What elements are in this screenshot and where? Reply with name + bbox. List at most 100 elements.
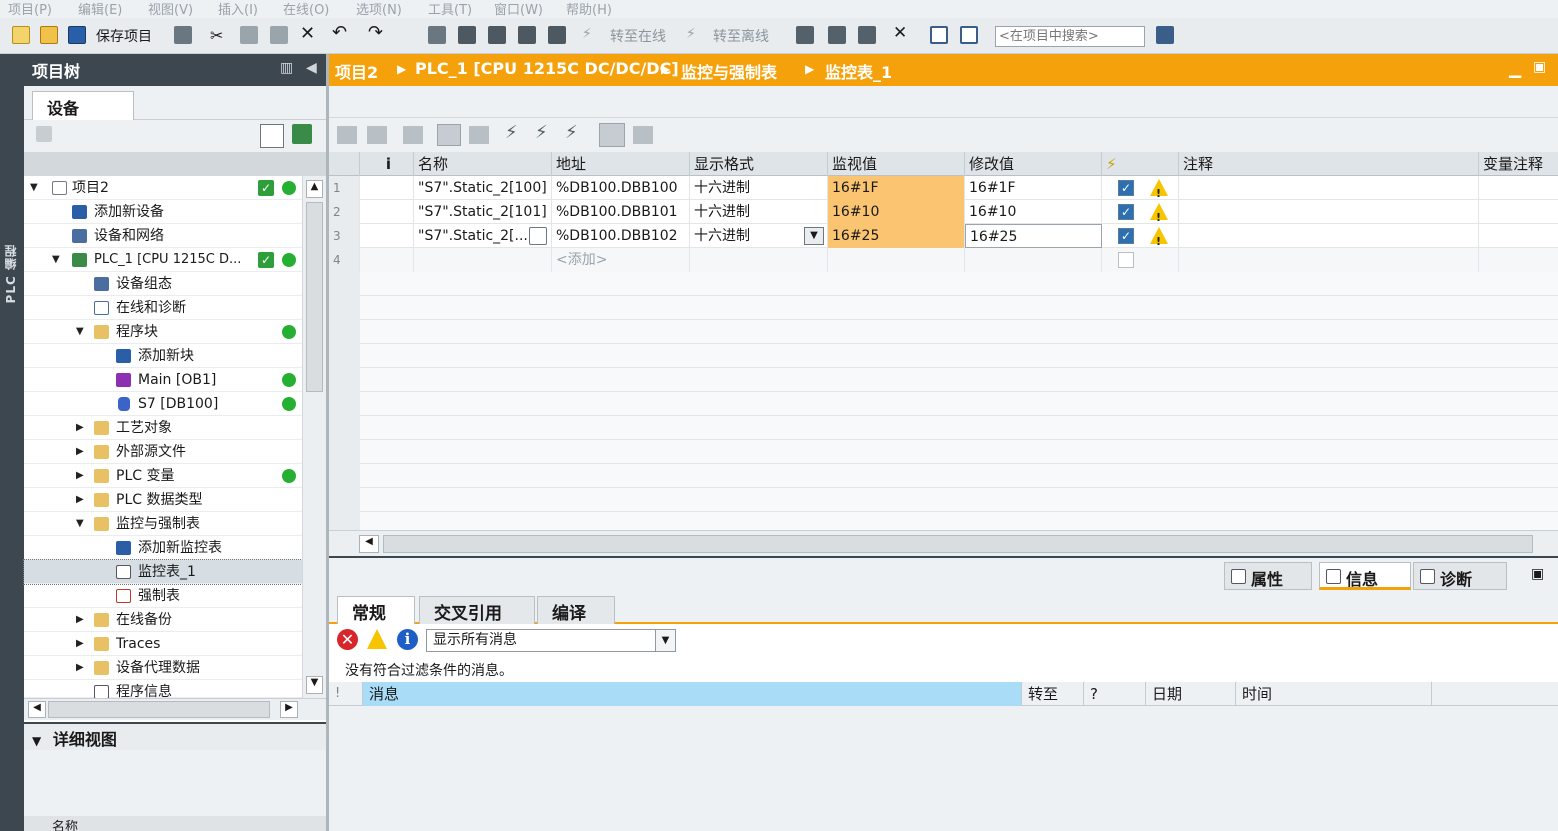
modify-checkbox[interactable]: ✓ [1118,204,1134,220]
expand-icon[interactable]: ▼ [52,248,60,272]
undo-icon[interactable]: ↶ [332,22,347,43]
comment-cell[interactable] [1179,200,1479,224]
tree-item-devices-networks[interactable]: 设备和网络 [24,224,302,248]
col-message[interactable]: 消息 [363,682,1022,706]
tab-diagnostics[interactable]: 诊断 [1413,562,1507,590]
tree-item-add-device[interactable]: 添加新设备 [24,200,302,224]
compile-icon[interactable] [428,26,446,44]
breadcrumb-item-plc[interactable]: PLC_1 [CPU 1215C DC/DC/DC] [415,59,679,78]
expand-icon[interactable]: ▶ [76,488,84,512]
delete-icon[interactable]: ✕ [300,23,315,44]
menu-tools[interactable]: 工具(T) [428,0,472,18]
modify-checkbox[interactable] [1118,252,1134,268]
detail-view-header[interactable]: ▼ 详细视图 [24,722,326,750]
tree-item-device-config[interactable]: 设备组态 [24,272,302,296]
stop-cpu-icon[interactable] [858,26,876,44]
open-project-icon[interactable] [40,26,58,44]
name-cell[interactable]: "S7".Static_2[100] [414,176,552,200]
error-filter-icon[interactable]: ✕ [337,629,358,650]
tree-item-technology-objects[interactable]: ▶ 工艺对象 [24,416,302,440]
tree-item-external-sources[interactable]: ▶ 外部源文件 [24,440,302,464]
split-horizontal-icon[interactable] [930,26,948,44]
scroll-thumb[interactable] [306,202,323,392]
scroll-left-icon[interactable]: ◀ [359,535,379,553]
col-help[interactable]: ? [1084,682,1146,706]
go-offline-icon[interactable]: ⚡ [686,26,696,42]
go-online-icon[interactable]: ⚡ [582,26,592,42]
paste-icon[interactable] [270,26,288,44]
menu-window[interactable]: 窗口(W) [494,0,543,18]
trigger-icon[interactable] [437,124,461,146]
name-cell[interactable] [414,248,552,272]
simulate-icon[interactable] [518,26,536,44]
tree-horizontal-scrollbar[interactable]: ◀ ▶ [24,698,326,720]
tree-item-online-backups[interactable]: ▶ 在线备份 [24,608,302,632]
menu-project[interactable]: 项目(P) [8,0,52,18]
add-row-icon[interactable] [367,126,387,144]
tree-item-plc-data-types[interactable]: ▶ PLC 数据类型 [24,488,302,512]
expand-icon[interactable]: ▶ [76,440,84,464]
new-project-icon[interactable] [12,26,30,44]
address-cell[interactable]: %DB100.DBB101 [552,200,690,224]
chevron-down-icon[interactable]: ▼ [32,734,41,748]
tab-info[interactable]: 信息 [1319,562,1411,590]
menu-options[interactable]: 选项(N) [356,0,402,18]
table-row[interactable]: 1 "S7".Static_2[100] %DB100.DBB100 十六进制 … [329,176,1558,200]
start-cpu-icon[interactable] [828,26,846,44]
tree-item-program-info[interactable]: 程序信息 [24,680,302,700]
tree-item-watch-force-tables[interactable]: ▼ 监控与强制表 [24,512,302,536]
chevron-down-icon[interactable]: ▼ [655,630,675,651]
comment-cell[interactable] [1179,176,1479,200]
tree-item-traces[interactable]: ▶ Traces [24,632,302,656]
tree-item-force-table[interactable]: 强制表 [24,584,302,608]
modify-value-cell[interactable] [965,248,1102,272]
tree-item-s7-db100[interactable]: S7 [DB100] [24,392,302,416]
col-display-format[interactable]: 显示格式 [690,152,828,176]
redo-icon[interactable]: ↷ [368,22,383,43]
address-cell[interactable]: %DB100.DBB102 [552,224,690,248]
minimize-icon[interactable]: ▁ [1509,59,1521,78]
breadcrumb-item-watch-table[interactable]: 监控表_1 [825,59,892,83]
col-time[interactable]: 时间 [1236,682,1432,706]
comment-cell[interactable] [1179,224,1479,248]
enable-outputs-icon[interactable] [469,126,489,144]
expand-icon[interactable]: ▶ [76,464,84,488]
modify-now-icon[interactable] [403,126,423,144]
modify-checkbox[interactable]: ✓ [1118,228,1134,244]
collapse-icon[interactable]: ◀ [306,60,317,76]
expand-icon[interactable]: ▼ [76,512,84,536]
tree-item-device-proxy[interactable]: ▶ 设备代理数据 [24,656,302,680]
table-horizontal-scrollbar[interactable]: ◀ [329,530,1558,556]
col-name[interactable]: 名称 [414,152,552,176]
table-row[interactable]: 3 "S7".Static_2[... %DB100.DBB102 十六进制 ▼… [329,224,1558,248]
format-cell[interactable]: 十六进制 [690,200,828,224]
col-goto[interactable]: 转至 [1022,682,1084,706]
scroll-right-icon[interactable]: ▶ [280,701,298,718]
tree-item-plc-tags[interactable]: ▶ PLC 变量 [24,464,302,488]
search-icon[interactable] [1156,26,1174,44]
modify-value-cell[interactable]: 16#1F [965,176,1102,200]
breadcrumb-item-watch-force[interactable]: 监控与强制表 [681,59,777,83]
tree-vertical-scrollbar[interactable]: ▲ ▼ [302,176,326,698]
expand-icon[interactable]: ▶ [76,416,84,440]
save-project-button[interactable]: 保存项目 [96,26,152,46]
tree-item-program-blocks[interactable]: ▼ 程序块 [24,320,302,344]
menu-view[interactable]: 视图(V) [148,0,193,18]
variable-comment-cell[interactable] [1479,176,1558,200]
col-address[interactable]: 地址 [552,152,690,176]
monitor-once-icon[interactable] [633,126,653,144]
tree-item-project[interactable]: ▼ 项目2 ✓ [24,176,302,200]
add-row-placeholder[interactable]: <添加> [552,248,690,272]
pin-icon[interactable]: ▥ [280,60,293,76]
variable-comment-cell[interactable] [1479,248,1558,272]
copy-icon[interactable] [240,26,258,44]
tree-item-online-diagnostics[interactable]: 在线和诊断 [24,296,302,320]
warning-filter-icon[interactable] [367,629,387,649]
modify-value-cell[interactable]: 16#10 [965,200,1102,224]
force-icon[interactable]: ⚡ [565,122,578,143]
expand-icon[interactable]: ▼ [76,320,84,344]
monitor-all-icon[interactable] [599,123,625,147]
insert-row-icon[interactable] [337,126,357,144]
expand-icon[interactable]: ▶ [76,608,84,632]
print-icon[interactable] [174,26,192,44]
